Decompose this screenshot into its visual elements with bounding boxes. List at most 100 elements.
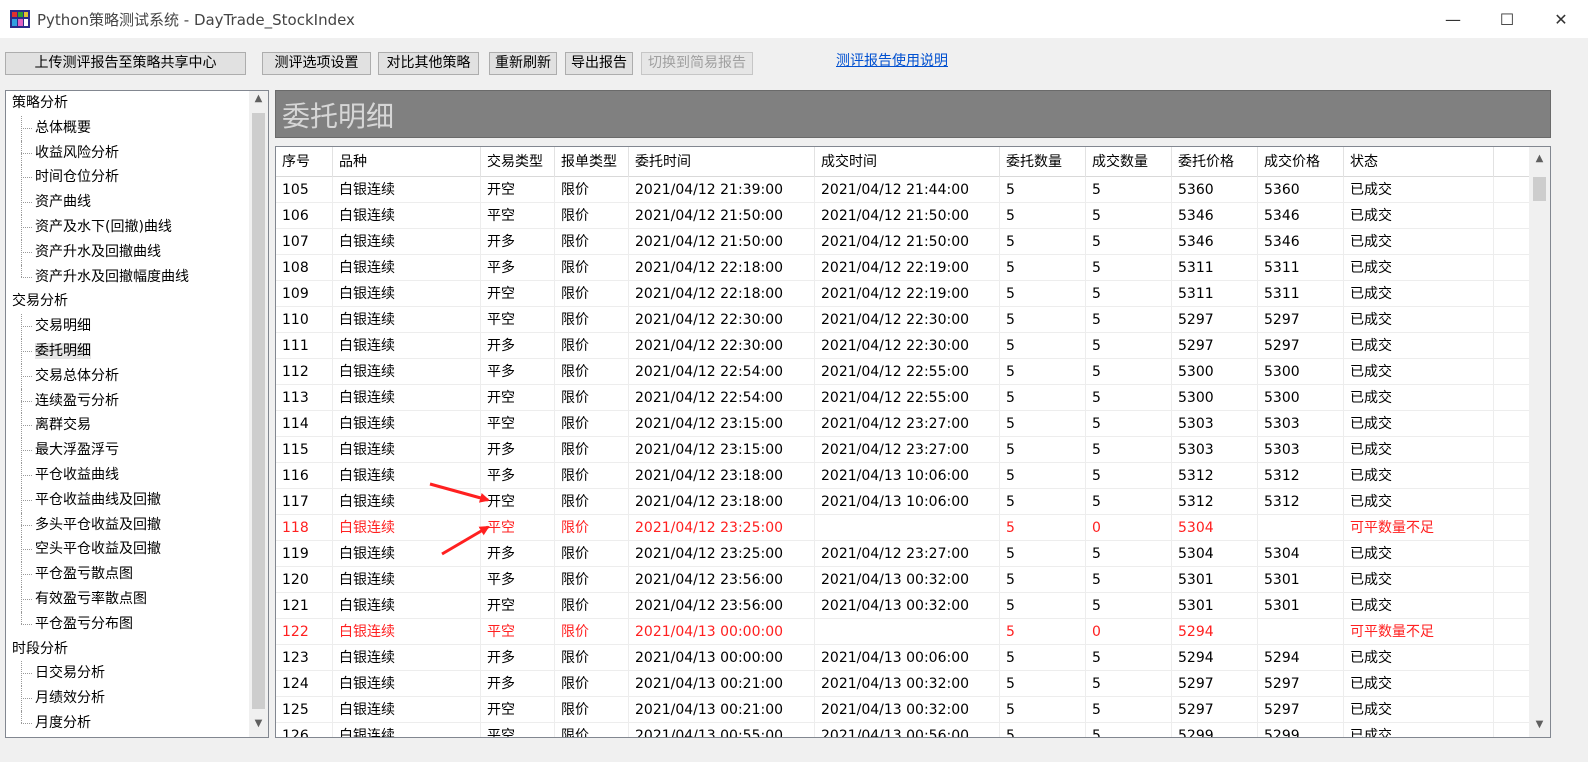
table-cell: 开多	[481, 645, 555, 671]
close-button[interactable]: ✕	[1534, 0, 1588, 38]
table-cell: 限价	[555, 437, 629, 463]
table-row[interactable]: 126 白银连续 平空 限价 2021/04/13 00:55:00 2021/04/13…	[276, 723, 1530, 737]
scroll-down-icon[interactable]: ▼	[249, 718, 268, 735]
table-cell: 5	[1086, 333, 1172, 359]
switch-simple-report-button[interactable]: 切换到简易报告	[641, 52, 753, 75]
table-row[interactable]: 124 白银连续 开多 限价 2021/04/13 00:21:00 2021/04/13…	[276, 671, 1530, 697]
tree-item[interactable]: 资产曲线	[6, 190, 250, 215]
column-header[interactable]: 委托时间	[629, 147, 815, 177]
column-header[interactable]: 委托价格	[1172, 147, 1258, 177]
table-row[interactable]: 106 白银连续 平空 限价 2021/04/12 21:50:00 2021/04/12…	[276, 203, 1530, 229]
tree-item[interactable]: 月绩效分析	[6, 686, 250, 711]
title-bar: Python策略测试系统 - DayTrade_StockIndex — ☐ ✕	[0, 0, 1588, 38]
table-cell: 112	[276, 359, 333, 385]
column-header[interactable]: 序号	[276, 147, 333, 177]
tree-item[interactable]: 平仓盈亏散点图	[6, 562, 250, 587]
tree-item[interactable]: 交易明细	[6, 314, 250, 339]
table-row[interactable]: 112 白银连续 平多 限价 2021/04/12 22:54:00 2021/04/12…	[276, 359, 1530, 385]
tree-item[interactable]: 资产升水及回撤幅度曲线	[6, 264, 250, 290]
tree-scroll-thumb[interactable]	[252, 113, 265, 709]
maximize-button[interactable]: ☐	[1480, 0, 1534, 38]
table-row[interactable]: 121 白银连续 开空 限价 2021/04/12 23:56:00 2021/04/13…	[276, 593, 1530, 619]
table-row[interactable]: 113 白银连续 开空 限价 2021/04/12 22:54:00 2021/04/12…	[276, 385, 1530, 411]
table-cell: 已成交	[1344, 307, 1494, 333]
export-report-button[interactable]: 导出报告	[565, 52, 633, 75]
tree-item[interactable]: 资产及水下(回撤)曲线	[6, 214, 250, 240]
table-row[interactable]: 117 白银连续 开空 限价 2021/04/12 23:18:00 2021/04/13…	[276, 489, 1530, 515]
table-scroll-down-icon[interactable]: ▼	[1529, 715, 1550, 735]
table-cell: 5297	[1258, 671, 1344, 697]
compare-strategies-button[interactable]: 对比其他策略	[378, 52, 479, 75]
table-row[interactable]: 119 白银连续 开多 限价 2021/04/12 23:25:00 2021/04/12…	[276, 541, 1530, 567]
table-row[interactable]: 115 白银连续 开多 限价 2021/04/12 23:15:00 2021/04/12…	[276, 437, 1530, 463]
upload-report-button[interactable]: 上传测评报告至策略共享中心	[5, 52, 246, 75]
table-row[interactable]: 110 白银连续 平空 限价 2021/04/12 22:30:00 2021/04/12…	[276, 307, 1530, 333]
tree-item[interactable]: 收益风险分析	[6, 140, 250, 166]
table-cell: 5	[1000, 333, 1086, 359]
column-header[interactable]: 交易类型	[481, 147, 555, 177]
tree-item[interactable]: 有效盈亏率散点图	[6, 586, 250, 612]
tree-item[interactable]: 交易总体分析	[6, 363, 250, 389]
tree-item[interactable]: 平仓盈亏分布图	[6, 611, 250, 637]
table-row[interactable]: 108 白银连续 平多 限价 2021/04/12 22:18:00 2021/04/12…	[276, 255, 1530, 281]
table-cell: 5	[1000, 463, 1086, 489]
refresh-button[interactable]: 重新刷新	[489, 52, 557, 75]
table-row[interactable]: 107 白银连续 开多 限价 2021/04/12 21:50:00 2021/04/12…	[276, 229, 1530, 255]
tree-item[interactable]: 平仓收益曲线	[6, 462, 250, 488]
table-row[interactable]: 120 白银连续 平多 限价 2021/04/12 23:56:00 2021/04/13…	[276, 567, 1530, 593]
tree-group-2[interactable]: 时段分析	[6, 637, 250, 662]
table-row[interactable]: 114 白银连续 平空 限价 2021/04/12 23:15:00 2021/04/12…	[276, 411, 1530, 437]
column-header[interactable]: 成交价格	[1258, 147, 1344, 177]
table-row[interactable]: 109 白银连续 开空 限价 2021/04/12 22:18:00 2021/04/12…	[276, 281, 1530, 307]
table-row[interactable]: 125 白银连续 开空 限价 2021/04/13 00:21:00 2021/04/13…	[276, 697, 1530, 723]
column-header[interactable]: 成交时间	[815, 147, 1000, 177]
column-header[interactable]: 成交数量	[1086, 147, 1172, 177]
table-cell: 5311	[1172, 255, 1258, 281]
tree-item[interactable]: 离群交易	[6, 413, 250, 439]
scroll-up-icon[interactable]: ▲	[249, 93, 268, 110]
table-cell: 0	[1086, 619, 1172, 645]
table-cell: 限价	[555, 645, 629, 671]
table-cell: 限价	[555, 177, 629, 203]
tree-item[interactable]: 时间仓位分析	[6, 165, 250, 191]
tree-item[interactable]: 月度分析	[6, 710, 250, 736]
tree-item[interactable]: 平仓收益曲线及回撤	[6, 487, 250, 513]
table-row[interactable]: 122 白银连续 平空 限价 2021/04/13 00:00:00 5 0 5294 可平数量…	[276, 619, 1530, 645]
tree-item[interactable]: 委托明细	[6, 338, 250, 364]
tree-scrollbar[interactable]: ▲ ▼	[249, 91, 268, 737]
table-cell: 5346	[1258, 203, 1344, 229]
table-scroll-up-icon[interactable]: ▲	[1529, 149, 1550, 169]
table-row[interactable]: 123 白银连续 开多 限价 2021/04/13 00:00:00 2021/04/13…	[276, 645, 1530, 671]
toolbar: 上传测评报告至策略共享中心 测评选项设置 对比其他策略 重新刷新 导出报告 切换…	[0, 50, 1588, 80]
column-header[interactable]: 报单类型	[555, 147, 629, 177]
table-scrollbar[interactable]: ▲ ▼	[1529, 147, 1550, 737]
table-cell: 2021/04/13 00:00:00	[629, 619, 815, 645]
tree-item[interactable]: 日交易分析	[6, 661, 250, 687]
tree-item[interactable]: 空头平仓收益及回撤	[6, 537, 250, 563]
table-scroll-thumb[interactable]	[1533, 177, 1546, 201]
tree-item-label: 月绩效分析	[35, 690, 105, 707]
table-cell: 5	[1000, 515, 1086, 541]
table-cell: 已成交	[1344, 229, 1494, 255]
tree-item[interactable]: 连续盈亏分析	[6, 388, 250, 414]
evaluation-options-button[interactable]: 测评选项设置	[262, 52, 371, 75]
column-header[interactable]: 委托数量	[1000, 147, 1086, 177]
tree-group-1[interactable]: 交易分析	[6, 289, 250, 314]
minimize-button[interactable]: —	[1426, 0, 1480, 38]
table-row[interactable]: 118 白银连续 平空 限价 2021/04/12 23:25:00 5 0 5304 可平数量…	[276, 515, 1530, 541]
tree-group-0[interactable]: 策略分析	[6, 91, 250, 116]
table-cell: 5300	[1258, 385, 1344, 411]
column-header[interactable]: 状态	[1344, 147, 1494, 177]
table-row[interactable]: 111 白银连续 开多 限价 2021/04/12 22:30:00 2021/04/12…	[276, 333, 1530, 359]
table-cell: 2021/04/12 23:56:00	[629, 593, 815, 619]
tree-item[interactable]: 多头平仓收益及回撤	[6, 512, 250, 538]
table-cell: 5312	[1172, 463, 1258, 489]
table-row[interactable]: 116 白银连续 平多 限价 2021/04/12 23:18:00 2021/04/13…	[276, 463, 1530, 489]
tree-item[interactable]: 资产升水及回撤曲线	[6, 239, 250, 265]
column-header[interactable]: 品种	[333, 147, 481, 177]
help-link[interactable]: 测评报告使用说明	[836, 50, 948, 70]
table-row[interactable]: 105 白银连续 开空 限价 2021/04/12 21:39:00 2021/04/12…	[276, 177, 1530, 203]
tree-item[interactable]: 最大浮盈浮亏	[6, 438, 250, 463]
table-cell	[815, 515, 1000, 541]
tree-item[interactable]: 总体概要	[6, 115, 250, 141]
